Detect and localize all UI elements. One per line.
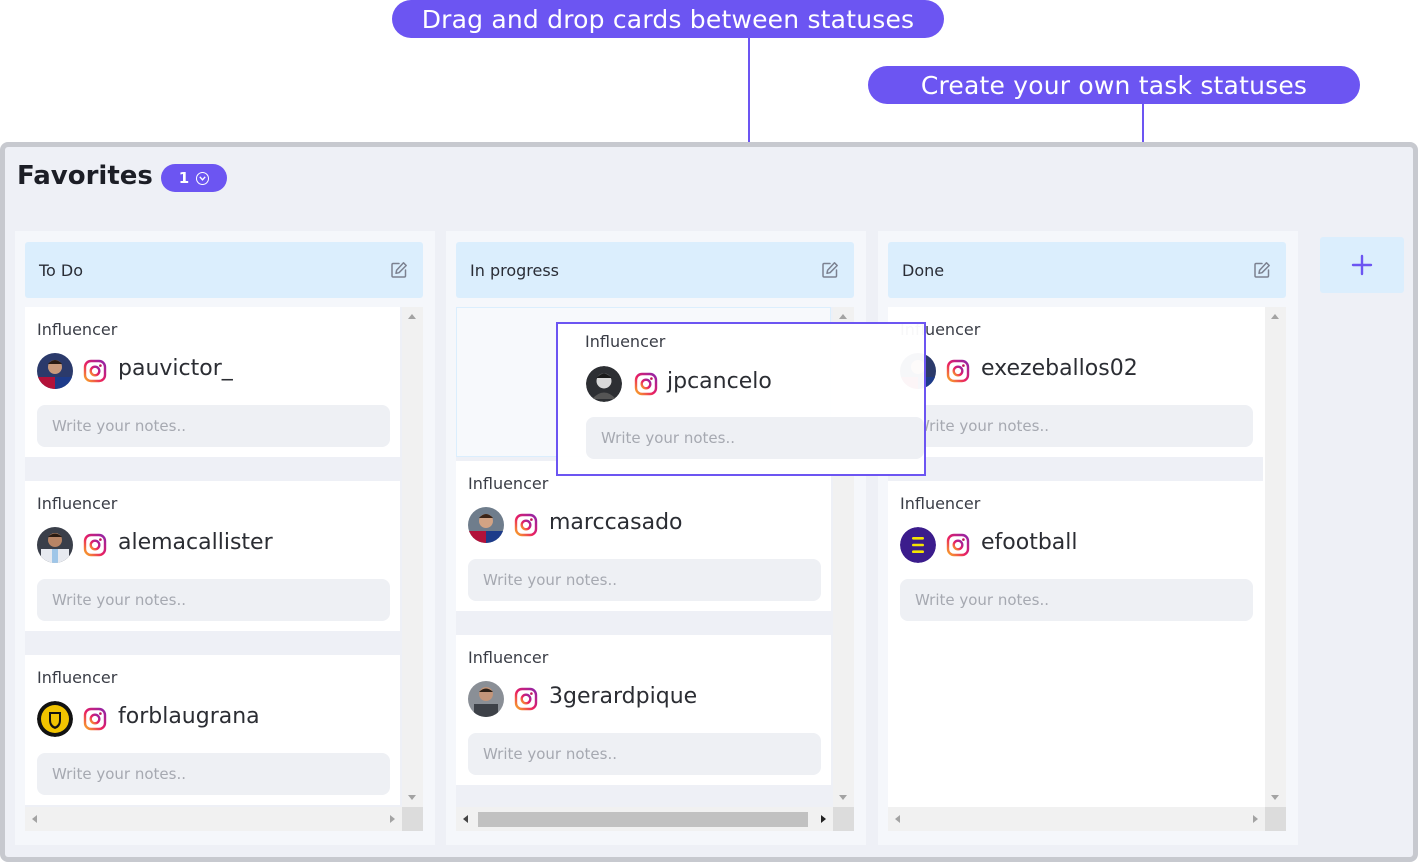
column-title: In progress: [470, 260, 560, 280]
scroll-down-arrow-icon[interactable]: [839, 795, 847, 800]
card-type-label: Influencer: [37, 320, 118, 339]
instagram-icon: [83, 359, 107, 383]
column-body-done: Influencer exezeballos02 Influencer efoo…: [888, 307, 1286, 831]
avatar: [37, 527, 73, 563]
influencer-card[interactable]: Influencer forblaugrana: [25, 655, 400, 805]
vertical-scrollbar[interactable]: [1265, 307, 1286, 807]
column-header-in-progress: In progress: [456, 242, 854, 298]
kanban-board: Favorites 1 To Do Influencer pauvictor_: [0, 142, 1418, 862]
avatar: [468, 681, 504, 717]
instagram-icon: [946, 359, 970, 383]
notes-input[interactable]: [900, 579, 1253, 621]
column-body-todo: Influencer pauvictor_ Influencer alemaca…: [25, 307, 423, 831]
card-type-label: Influencer: [37, 668, 118, 687]
scroll-left-arrow-icon[interactable]: [32, 815, 37, 823]
avatar: [468, 507, 504, 543]
pencil-edit-icon[interactable]: [1252, 260, 1272, 280]
pencil-edit-icon[interactable]: [389, 260, 409, 280]
app-root: Drag and drop cards between statuses Cre…: [0, 0, 1418, 862]
scroll-down-arrow-icon[interactable]: [408, 795, 416, 800]
influencer-handle[interactable]: exezeballos02: [981, 356, 1138, 381]
avatar: [37, 701, 73, 737]
scroll-left-arrow-icon[interactable]: [895, 815, 900, 823]
column-title: Done: [902, 260, 945, 280]
instagram-icon: [946, 533, 970, 557]
chevron-down-circle-icon: [196, 171, 210, 185]
avatar: [900, 527, 936, 563]
scrollbar-corner: [833, 807, 854, 831]
influencer-handle[interactable]: efootball: [981, 530, 1078, 555]
card-type-label: Influencer: [468, 474, 549, 493]
influencer-handle[interactable]: jpcancelo: [667, 369, 772, 394]
influencer-handle[interactable]: pauvictor_: [118, 356, 233, 381]
card-type-label: Influencer: [900, 494, 981, 513]
scroll-up-arrow-icon[interactable]: [1271, 314, 1279, 319]
instagram-icon: [514, 513, 538, 537]
influencer-card[interactable]: Influencer pauvictor_: [25, 307, 400, 457]
scroll-up-arrow-icon[interactable]: [839, 314, 847, 319]
notes-input[interactable]: [37, 405, 390, 447]
dragging-influencer-card[interactable]: Influencer jpcancelo: [556, 322, 926, 476]
influencer-card[interactable]: Influencer marccasado: [456, 461, 831, 611]
notes-input[interactable]: [900, 405, 1253, 447]
notes-input[interactable]: [586, 417, 924, 459]
scrollbar-corner: [1265, 807, 1286, 831]
instagram-icon: [83, 533, 107, 557]
favorites-count-badge[interactable]: 1: [161, 164, 227, 192]
horizontal-scrollbar[interactable]: [888, 807, 1265, 831]
influencer-card[interactable]: Influencer alemacallister: [25, 481, 400, 631]
notes-input[interactable]: [37, 753, 390, 795]
scroll-right-arrow-icon[interactable]: [390, 815, 395, 823]
scroll-up-arrow-icon[interactable]: [408, 314, 416, 319]
instagram-icon: [634, 372, 658, 396]
avatar: [37, 353, 73, 389]
influencer-handle[interactable]: 3gerardpique: [549, 684, 697, 709]
column-title: To Do: [39, 260, 84, 280]
board-title: Favorites: [17, 161, 153, 191]
instagram-icon: [83, 707, 107, 731]
avatar: [586, 366, 622, 402]
horizontal-scrollbar[interactable]: [456, 807, 833, 831]
card-type-label: Influencer: [468, 648, 549, 667]
scroll-left-arrow-icon[interactable]: [463, 815, 468, 823]
callout-create-statuses: Create your own task statuses: [868, 66, 1360, 104]
scroll-right-arrow-icon[interactable]: [821, 815, 826, 823]
notes-input[interactable]: [468, 559, 821, 601]
column-todo: To Do Influencer pauvictor_ Influencer: [15, 231, 435, 845]
influencer-card[interactable]: Influencer 3gerardpique: [456, 635, 831, 785]
plus-icon: [1351, 254, 1373, 276]
influencer-handle[interactable]: marccasado: [549, 510, 683, 535]
influencer-handle[interactable]: forblaugrana: [118, 704, 260, 729]
badge-count: 1: [178, 169, 190, 187]
scroll-down-arrow-icon[interactable]: [1271, 795, 1279, 800]
notes-input[interactable]: [468, 733, 821, 775]
scrollbar-thumb[interactable]: [478, 812, 808, 827]
vertical-scrollbar[interactable]: [402, 307, 423, 807]
scroll-right-arrow-icon[interactable]: [1253, 815, 1258, 823]
notes-input[interactable]: [37, 579, 390, 621]
card-type-label: Influencer: [37, 494, 118, 513]
pencil-edit-icon[interactable]: [820, 260, 840, 280]
influencer-handle[interactable]: alemacallister: [118, 530, 273, 555]
influencer-card[interactable]: Influencer exezeballos02: [888, 307, 1263, 457]
add-status-button[interactable]: [1320, 237, 1404, 293]
instagram-icon: [514, 687, 538, 711]
column-header-done: Done: [888, 242, 1286, 298]
influencer-card[interactable]: Influencer efootball: [888, 457, 1263, 631]
scrollbar-corner: [402, 807, 423, 831]
column-header-todo: To Do: [25, 242, 423, 298]
horizontal-scrollbar[interactable]: [25, 807, 402, 831]
callout-drag-drop: Drag and drop cards between statuses: [392, 0, 944, 38]
card-type-label: Influencer: [585, 332, 666, 351]
column-done: Done Influencer exezeballos02 Influencer: [878, 231, 1298, 845]
